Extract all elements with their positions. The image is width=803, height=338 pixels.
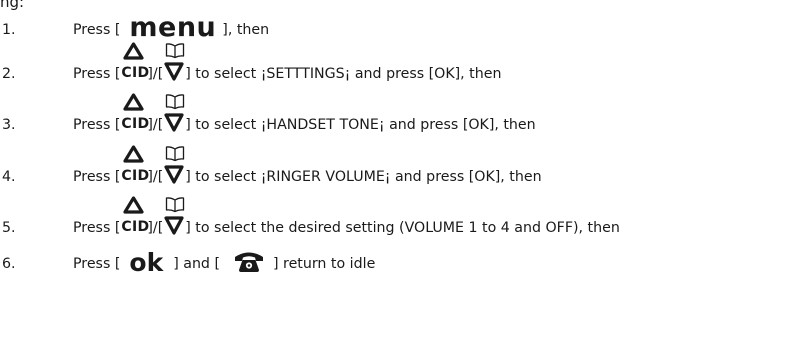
step-number: 2. (2, 66, 16, 82)
step-text: ]/[ (147, 169, 164, 185)
step-text: ] and [ (173, 256, 220, 272)
step-line: Press [ CID ]/[ ] to select ¡RINGER VOLU… (73, 145, 542, 185)
ok-key-label: ok (129, 248, 164, 277)
instruction-document: ng: 1. Press [ menu ], then 2. Press [ C… (0, 0, 803, 338)
cid-label: CID (121, 168, 150, 184)
step-2: 2. Press [ CID ]/[ ] to select ¡SETTTING… (0, 42, 803, 88)
down-triangle-icon (164, 62, 184, 81)
up-triangle-icon (123, 196, 144, 214)
step-text: Press [ (73, 117, 121, 133)
step-text: ] return to idle (273, 256, 376, 272)
step-text: ] to select ¡HANDSET TONE¡ and press [OK… (185, 117, 536, 133)
step-text: Press [ (73, 169, 121, 185)
cid-key-group: CID (120, 93, 150, 133)
cid-label: CID (121, 116, 150, 132)
step-line: Press [ CID ]/[ ] to select the desired (73, 196, 620, 236)
step-text: Press [ (73, 66, 121, 82)
step-text: ]/[ (147, 66, 164, 82)
end-call-phone-icon (235, 252, 263, 272)
down-triangle-icon (164, 165, 184, 184)
cid-key-group: CID (120, 145, 150, 185)
up-triangle-icon (123, 145, 144, 163)
step-3: 3. Press [ CID ]/[ ] to select ¡HANDSET … (0, 93, 803, 139)
cid-up-key: CID (120, 93, 150, 133)
cid-key-group: CID (120, 196, 150, 236)
phonebook-icon (166, 146, 185, 162)
down-triangle-icon (164, 113, 184, 132)
up-triangle-icon (123, 42, 144, 60)
phonebook-down-key (163, 145, 185, 185)
step-line: Press [ CID ]/[ ] to select ¡SETTTINGS¡ (73, 42, 501, 82)
cid-up-key: CID (120, 145, 150, 185)
step-line: Press [ ok ] and [ ] return to idle (73, 248, 376, 277)
step-number: 6. (2, 256, 16, 272)
step-text: ] to select ¡RINGER VOLUME¡ and press [O… (185, 169, 542, 185)
step-text: ] to select ¡SETTTINGS¡ and press [OK], … (185, 66, 502, 82)
cid-label: CID (121, 219, 150, 235)
phonebook-down-key (163, 42, 185, 82)
up-triangle-icon (123, 93, 144, 111)
step-line: Press [ menu ], then (73, 12, 270, 43)
step-number: 1. (2, 22, 16, 38)
step-number: 3. (2, 117, 16, 133)
phonebook-down-key (163, 93, 185, 133)
cid-key-group: CID (120, 42, 150, 82)
menu-key-label: menu (129, 12, 217, 43)
step-4: 4. Press [ CID ]/[ ] to select ¡RINGER V… (0, 145, 803, 191)
step-6: 6. Press [ ok ] and [ ] return to idle (0, 234, 803, 278)
step-text: ]/[ (147, 117, 164, 133)
down-triangle-icon (164, 216, 184, 235)
step-1: 1. Press [ menu ], then (0, 0, 803, 44)
step-line: Press [ CID ]/[ ] to select ¡HANDSET TON… (73, 93, 536, 133)
cid-up-key: CID (120, 196, 150, 236)
phonebook-icon (166, 43, 185, 59)
cid-up-key: CID (120, 42, 150, 82)
step-text: Press [ (73, 256, 121, 272)
phonebook-down-key (163, 196, 185, 236)
phonebook-icon (166, 197, 185, 213)
cid-label: CID (121, 65, 150, 81)
phonebook-icon (166, 94, 185, 110)
step-text: Press [ (73, 22, 121, 38)
step-text: ], then (222, 22, 270, 38)
step-number: 4. (2, 169, 16, 185)
